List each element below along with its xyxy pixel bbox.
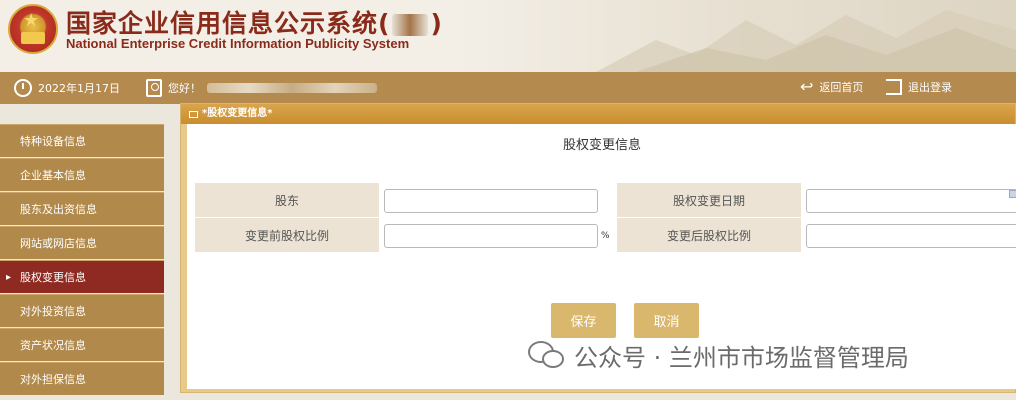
redacted-region <box>392 14 429 36</box>
redacted-username <box>207 83 377 93</box>
return-icon: ↩ <box>800 77 814 96</box>
sidebar-item-investments[interactable]: 对外投资信息 <box>0 294 164 327</box>
sidebar-item-shareholders[interactable]: 股东及出资信息 <box>0 192 164 225</box>
user-card-icon <box>146 79 162 97</box>
logout-link[interactable]: 退出登录 <box>886 79 952 95</box>
home-link[interactable]: ↩ 返回首页 <box>800 79 863 95</box>
sidebar-item-websites[interactable]: 网站或网店信息 <box>0 226 164 259</box>
logout-icon <box>886 79 902 95</box>
user-greeting: 您好！ <box>146 79 377 97</box>
calendar-icon[interactable] <box>1009 190 1016 198</box>
dialog-header-title: *股权变更信息* <box>202 108 273 119</box>
shareholder-label: 股东 <box>195 183 380 217</box>
before-ratio-cell: % <box>380 218 617 252</box>
site-title-suffix: ) <box>430 9 443 38</box>
form-row-1: 股东 股权变更日期 <box>195 183 1016 217</box>
mountain-background <box>596 10 1016 72</box>
site-title-prefix: 国家企业信用信息公示系统( <box>66 9 391 38</box>
window-icon <box>189 110 198 118</box>
date-text: 2022年1月17日 <box>38 82 120 95</box>
change-date-label: 股权变更日期 <box>617 183 802 217</box>
home-link-label: 返回首页 <box>819 81 864 94</box>
shareholder-cell <box>380 183 617 217</box>
sidebar-item-guarantees[interactable]: 对外担保信息 <box>0 362 164 395</box>
after-ratio-label: 变更后股权比例 <box>617 218 802 252</box>
watermark: 公众号 · 兰州市市场监督管理局 <box>528 338 909 373</box>
dialog-header: *股权变更信息* <box>181 104 1015 124</box>
change-date-input[interactable] <box>806 189 1016 213</box>
percent-unit: % <box>601 231 610 241</box>
after-ratio-input[interactable] <box>806 224 1016 248</box>
site-header: ★ 国家企业信用信息公示系统() National Enterprise Cre… <box>0 0 1016 72</box>
wechat-icon <box>528 340 566 371</box>
before-ratio-input[interactable] <box>384 224 598 248</box>
watermark-text: 公众号 · 兰州市市场监督管理局 <box>574 344 909 372</box>
sidebar-item-equity-change[interactable]: 股权变更信息 <box>0 260 164 294</box>
cancel-button[interactable]: 取消 <box>634 303 699 338</box>
greeting-text: 您好！ <box>168 82 201 95</box>
save-button[interactable]: 保存 <box>551 303 616 338</box>
national-emblem-icon: ★ <box>8 4 58 54</box>
form-row-2: 变更前股权比例 % 变更后股权比例 <box>195 218 1016 252</box>
before-ratio-label: 变更前股权比例 <box>195 218 380 252</box>
sidebar-nav: 特种设备信息 企业基本信息 股东及出资信息 网站或网店信息 股权变更信息 对外投… <box>0 124 164 396</box>
logout-link-label: 退出登录 <box>908 81 952 94</box>
sidebar-item-special-equipment[interactable]: 特种设备信息 <box>0 124 164 157</box>
date-display: 2022年1月17日 <box>14 79 120 97</box>
shareholder-input[interactable] <box>384 189 598 213</box>
change-date-cell <box>802 183 1016 217</box>
clock-icon <box>14 79 32 97</box>
form-title: 股权变更信息 <box>562 138 641 153</box>
info-bar: 2022年1月17日 您好！ ↩ 返回首页 退出登录 <box>0 72 1016 104</box>
site-title-english: National Enterprise Credit Information P… <box>66 36 410 51</box>
after-ratio-cell <box>802 218 1016 252</box>
sidebar-item-assets[interactable]: 资产状况信息 <box>0 328 164 361</box>
site-title: 国家企业信用信息公示系统() <box>66 4 443 40</box>
sidebar-item-basic-info[interactable]: 企业基本信息 <box>0 158 164 191</box>
